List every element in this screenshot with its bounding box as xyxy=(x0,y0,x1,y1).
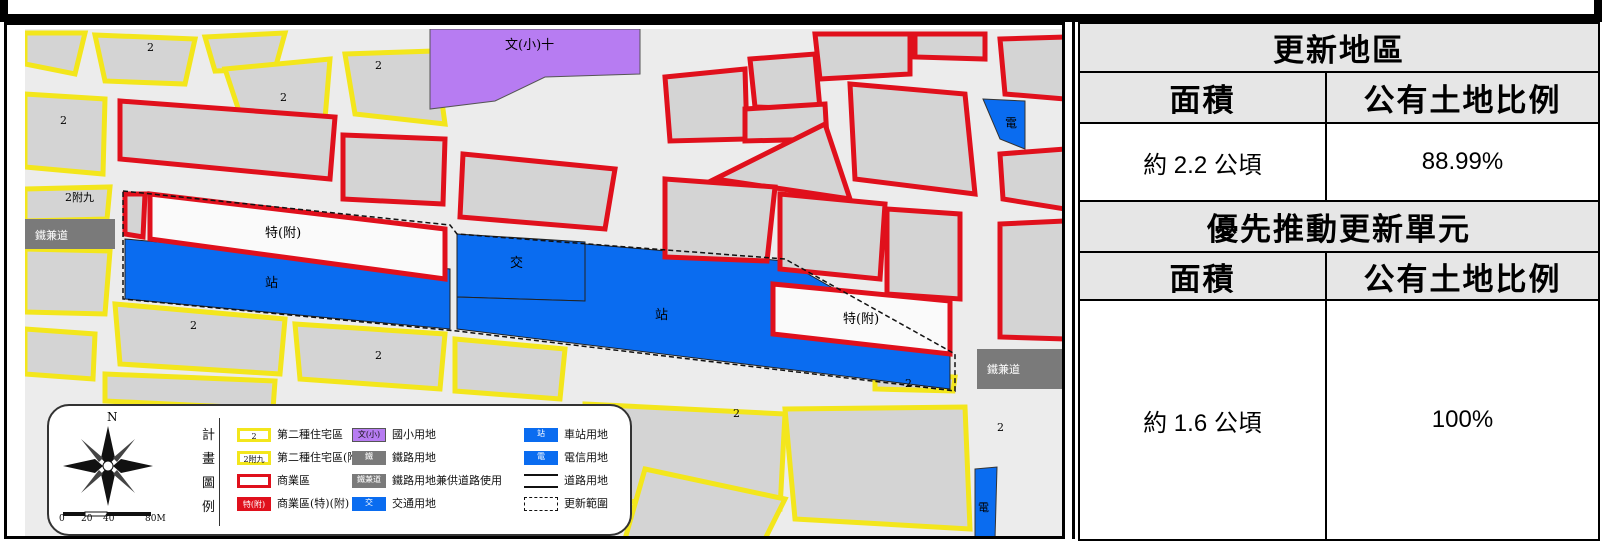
com-block xyxy=(457,151,618,232)
legend-label: 商業區(特)(附) xyxy=(277,497,350,510)
legend-swatch: 鐵兼道 xyxy=(352,474,386,488)
legend-swatch: 站 xyxy=(524,428,558,442)
scale-label: 40 xyxy=(103,514,115,524)
com-block xyxy=(340,132,448,207)
special-left-label: 特(附) xyxy=(265,226,301,241)
com-block xyxy=(812,31,913,82)
com-block xyxy=(847,81,978,197)
legend-label: 鐵路用地 xyxy=(392,451,436,464)
zone-label: 2附九 xyxy=(65,190,94,204)
legend-swatch: 特(附) xyxy=(237,497,271,511)
priority-unit-title: 優先推動更新單元 xyxy=(1078,200,1600,253)
telecom-label-bottom: 電 xyxy=(978,501,989,514)
rail-road-right-label: 鐵兼道 xyxy=(987,362,1020,376)
zone-label: 2 xyxy=(733,407,740,420)
com-block xyxy=(662,66,750,144)
legend-swatch xyxy=(524,474,558,488)
com-block xyxy=(997,146,1062,212)
res-block xyxy=(91,32,199,87)
map-frame[interactable]: 文(小)十 電 電 鐵兼道 鐵兼道 站 交 站 特(附) 特(附) 2 2 2 … xyxy=(4,22,1065,539)
priority-unit-size: 約 1.6 公頃 xyxy=(1078,299,1327,541)
res-block xyxy=(25,30,89,77)
legend-label: 交通用地 xyxy=(392,497,436,510)
legend-swatch: 鐵 xyxy=(352,451,386,465)
legend-swatch xyxy=(237,474,271,488)
legend-label: 電信用地 xyxy=(564,451,608,464)
com-block xyxy=(777,191,888,282)
res-block xyxy=(25,91,108,177)
res-block xyxy=(292,321,448,392)
north-label: N xyxy=(107,410,118,424)
res-block xyxy=(452,336,568,402)
legend-label: 道路用地 xyxy=(564,474,608,487)
legend-divider xyxy=(219,418,220,526)
top-bar xyxy=(0,0,1602,22)
com-block xyxy=(662,176,778,264)
res-block xyxy=(112,301,288,377)
school-label: 文(小)十 xyxy=(505,38,554,53)
map-legend: N 0 20 40 80M 計畫圖例 2 第二種住宅區 2附九 第二種住宅區(附… xyxy=(47,404,632,536)
scale-label: 80M xyxy=(145,514,166,524)
renewal-area-ratio: 88.99% xyxy=(1325,122,1600,202)
legend-swatch xyxy=(524,497,558,511)
legend-title: 計畫圖例 xyxy=(202,428,216,515)
zone-label: 2 xyxy=(190,319,197,332)
zone-label: 2 xyxy=(375,59,382,72)
legend-label: 國小用地 xyxy=(392,428,436,441)
com-block xyxy=(747,51,823,112)
telecom-label-top: 電 xyxy=(1005,116,1017,130)
legend-swatch: 2 xyxy=(237,428,271,442)
priority-public-ratio-header: 公有土地比例 xyxy=(1325,251,1600,301)
com-block xyxy=(122,191,148,240)
com-block xyxy=(884,206,963,302)
top-bar-inner xyxy=(8,0,1594,14)
res-block xyxy=(25,246,113,317)
com-block xyxy=(997,34,1062,102)
scale-label: 0 xyxy=(59,514,65,524)
zone-label: 2 xyxy=(997,421,1004,434)
station-mid-label: 站 xyxy=(655,308,668,323)
renewal-info-table: 更新地區 面積 公有土地比例 約 2.2 公頃 88.99% 優先推動更新單元 … xyxy=(1078,22,1600,541)
compass-rose-icon xyxy=(63,426,153,506)
public-ratio-header: 公有土地比例 xyxy=(1325,71,1600,124)
legend-swatch: 交 xyxy=(352,497,386,511)
area-header: 面積 xyxy=(1078,71,1327,124)
priority-area-header: 面積 xyxy=(1078,251,1327,301)
legend-swatch: 文(小) xyxy=(352,428,386,442)
com-block xyxy=(912,31,988,62)
com-block xyxy=(997,218,1062,342)
res-block xyxy=(782,404,973,532)
special-right-label: 特(附) xyxy=(843,312,879,327)
transport-label: 交 xyxy=(510,255,523,271)
renewal-area-title: 更新地區 xyxy=(1078,22,1600,73)
legend-label: 更新範圍 xyxy=(564,497,608,510)
zone-label: 2 xyxy=(60,114,67,127)
panel-separator xyxy=(1072,22,1075,539)
legend-label: 車站用地 xyxy=(564,428,608,441)
legend-label: 第二種住宅區 xyxy=(277,428,343,441)
scale-label: 20 xyxy=(81,514,93,524)
zone-label: 2 xyxy=(375,349,382,362)
zone-label: 2 xyxy=(905,377,912,390)
zone-label: 2 xyxy=(280,91,287,104)
legend-swatch: 電 xyxy=(524,451,558,465)
renewal-area-size: 約 2.2 公頃 xyxy=(1078,122,1327,202)
legend-swatch: 2附九 xyxy=(237,451,271,465)
res-block xyxy=(25,326,98,382)
priority-unit-ratio: 100% xyxy=(1325,299,1600,541)
legend-label: 商業區 xyxy=(277,474,310,487)
zone-label: 2 xyxy=(147,41,154,54)
legend-label: 鐵路用地兼供道路使用 xyxy=(392,474,502,487)
station-left-label: 站 xyxy=(265,276,278,291)
rail-road-left-label: 鐵兼道 xyxy=(35,228,68,242)
